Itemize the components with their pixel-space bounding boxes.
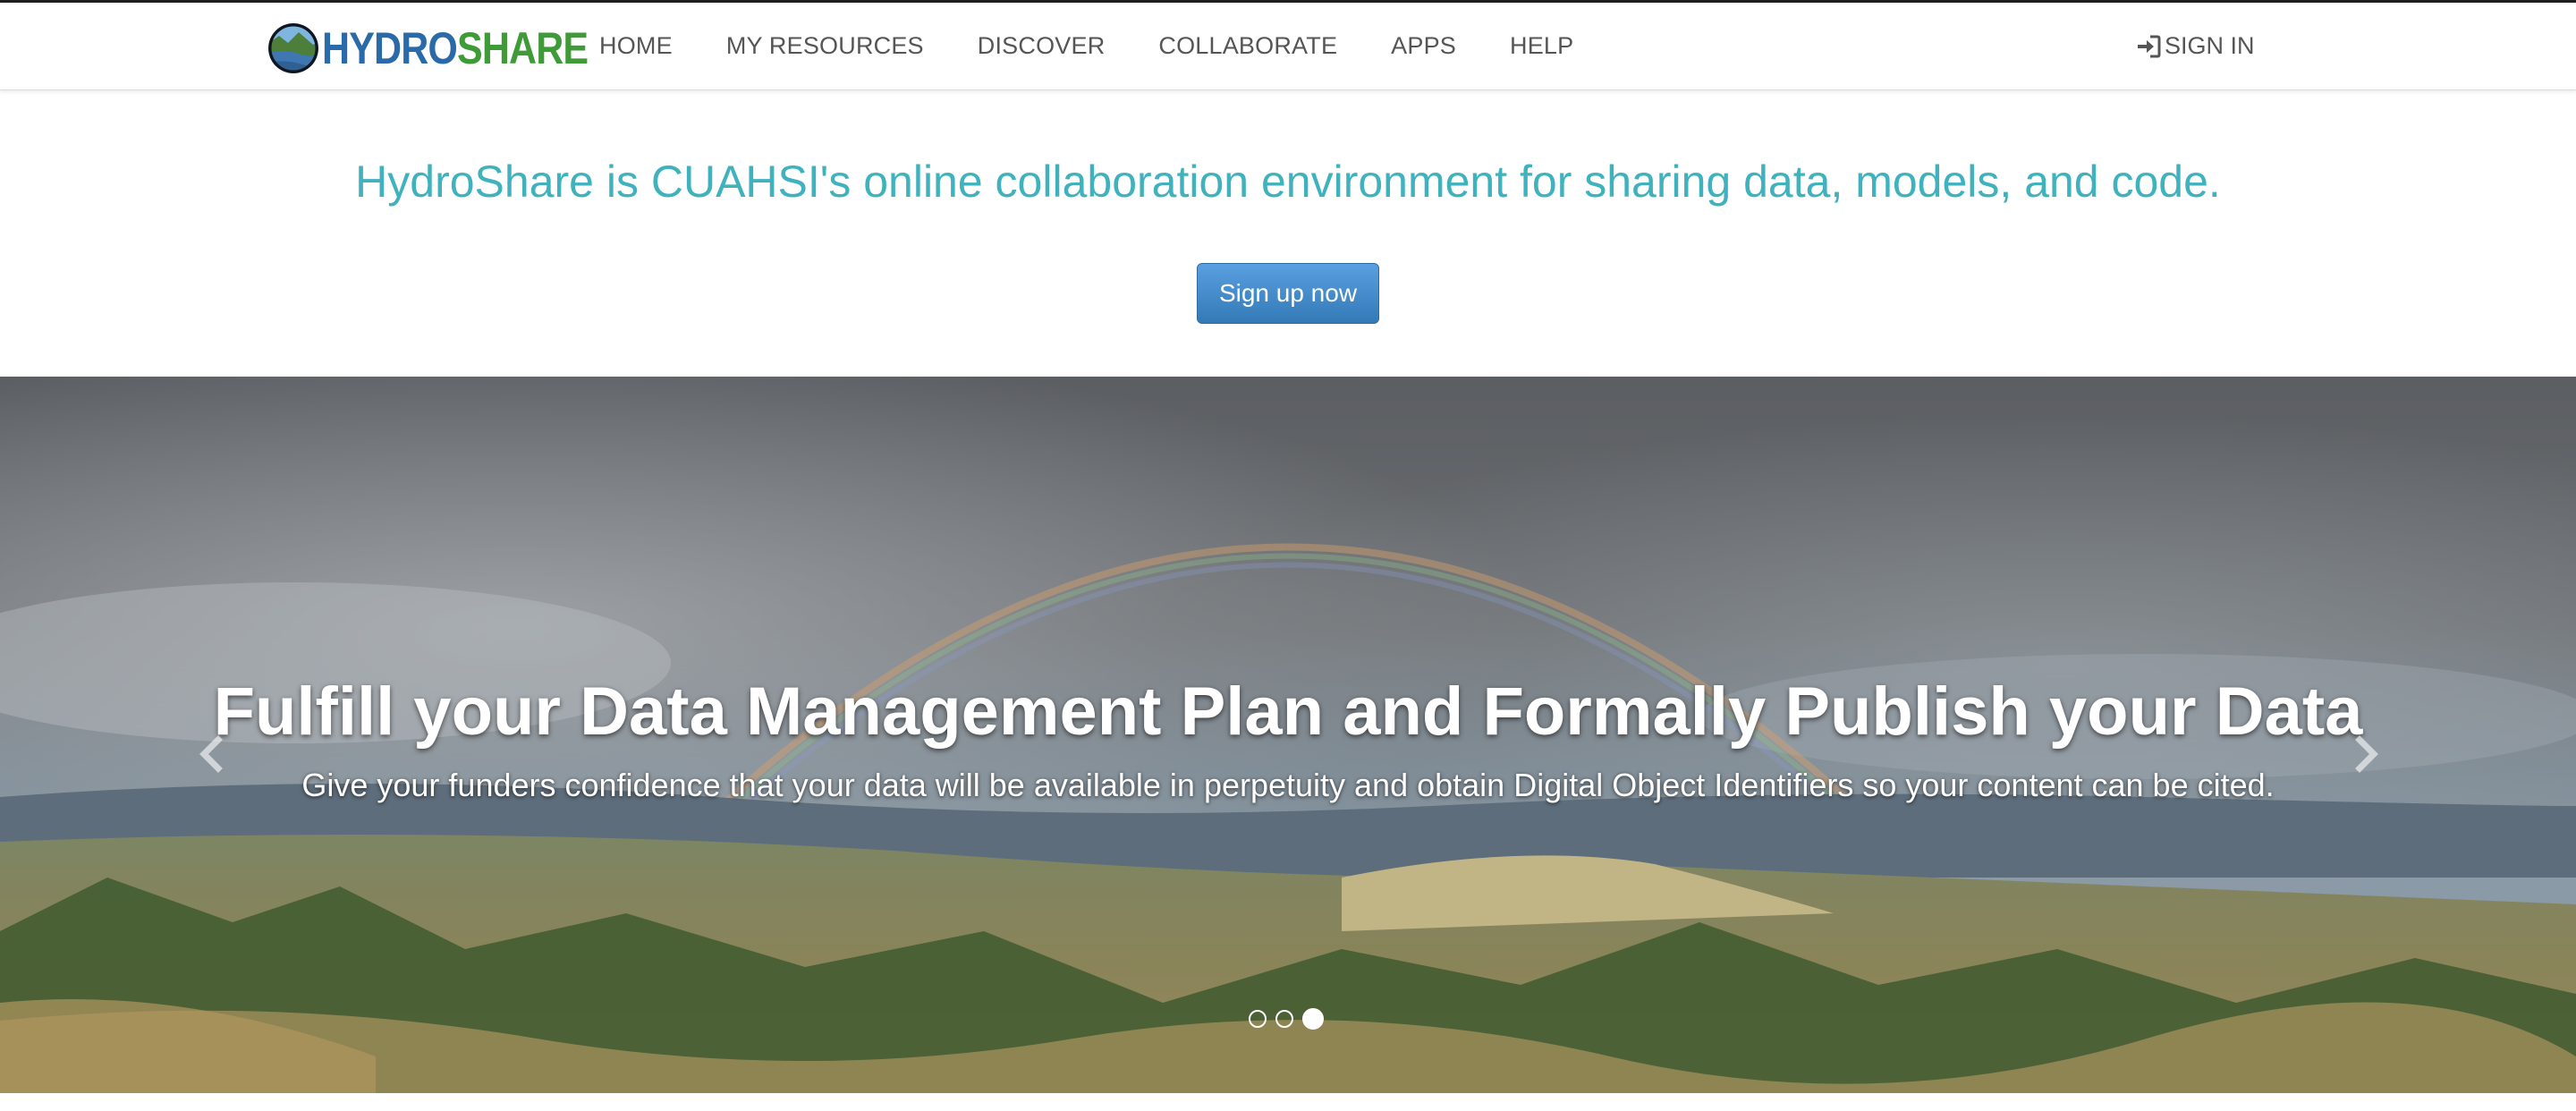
hero-carousel: Fulfill your Data Management Plan and Fo… bbox=[0, 377, 2576, 1093]
sign-in-label: SIGN IN bbox=[2165, 32, 2255, 59]
slide-subtitle: Give your funders confidence that your d… bbox=[301, 767, 2275, 803]
main-nav: HOME MY RESOURCES DISCOVER COLLABORATE A… bbox=[599, 3, 1627, 89]
nav-help[interactable]: HELP bbox=[1510, 32, 1573, 60]
carousel-indicators bbox=[1249, 1008, 1333, 1030]
slide-title: Fulfill your Data Management Plan and Fo… bbox=[213, 674, 2363, 750]
carousel-indicator-3[interactable] bbox=[1302, 1008, 1324, 1030]
chevron-right-icon[interactable] bbox=[2340, 727, 2394, 781]
nav-home[interactable]: HOME bbox=[599, 32, 673, 60]
hero-tagline: HydroShare is CUAHSI's online collaborat… bbox=[355, 157, 2221, 207]
carousel-indicator-2[interactable] bbox=[1275, 1010, 1293, 1028]
chevron-left-icon[interactable] bbox=[184, 727, 238, 781]
brand-share-text: SHARE bbox=[456, 23, 589, 73]
brand-hydro-text: HYDRO bbox=[322, 23, 458, 73]
nav-apps[interactable]: APPS bbox=[1391, 32, 1456, 60]
nav-my-resources[interactable]: MY RESOURCES bbox=[726, 32, 924, 60]
sign-in-icon bbox=[2138, 35, 2161, 57]
globe-logo-icon bbox=[268, 23, 318, 73]
sign-in-link[interactable]: SIGN IN bbox=[2136, 3, 2255, 89]
carousel-indicator-1[interactable] bbox=[1249, 1010, 1267, 1028]
nav-collaborate[interactable]: COLLABORATE bbox=[1158, 32, 1337, 60]
brand-logo-link[interactable]: HYDROSHARE bbox=[267, 21, 631, 76]
nav-discover[interactable]: DISCOVER bbox=[978, 32, 1106, 60]
top-navbar: HYDROSHARE HOME MY RESOURCES DISCOVER CO… bbox=[0, 0, 2576, 90]
sign-up-button[interactable]: Sign up now bbox=[1197, 263, 1379, 324]
brand-wordmark: HYDROSHARE bbox=[322, 23, 589, 73]
